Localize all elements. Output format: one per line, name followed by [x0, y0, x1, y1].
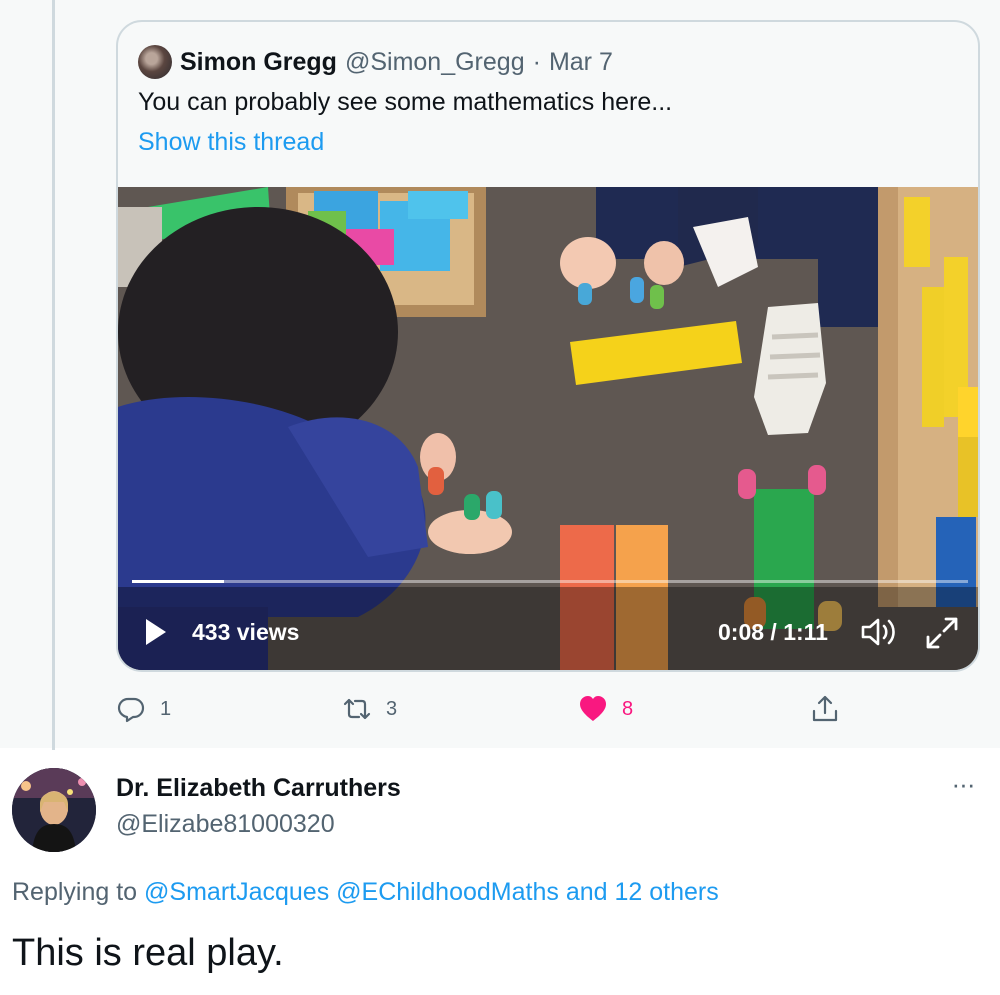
reply-count: 1: [160, 697, 172, 720]
quoted-author-name[interactable]: Simon Gregg: [180, 48, 337, 77]
video-progress-fill: [132, 580, 224, 583]
like-count: 8: [622, 697, 634, 720]
quoted-tweet-date[interactable]: Mar 7: [549, 48, 613, 77]
replying-to-prefix: Replying to: [12, 878, 138, 906]
thread-connector-line: [52, 0, 55, 750]
fullscreen-icon[interactable]: [924, 615, 960, 651]
show-thread-link[interactable]: Show this thread: [138, 128, 324, 157]
video-progress-bar[interactable]: [132, 580, 968, 583]
heart-icon: [580, 696, 606, 721]
share-button[interactable]: [810, 694, 854, 724]
tweet-action-bar: 1 3 8: [0, 694, 1000, 730]
quoted-tweet-header: Simon Gregg @Simon_Gregg · Mar 7: [138, 44, 613, 80]
quoted-tweet-card[interactable]: Simon Gregg @Simon_Gregg · Mar 7 You can…: [116, 20, 980, 672]
video-player[interactable]: 433 views 0:08 / 1:11: [118, 187, 978, 670]
reply-tweet[interactable]: Dr. Elizabeth Carruthers @Elizabe8100032…: [0, 750, 1000, 995]
reply-author-avatar[interactable]: [12, 768, 96, 852]
play-icon[interactable]: [144, 617, 168, 647]
like-button[interactable]: 8: [578, 694, 633, 724]
mention-others-link[interactable]: and 12 others: [566, 878, 719, 906]
video-timestamp: 0:08 / 1:11: [718, 619, 828, 645]
retweet-icon: [343, 698, 371, 720]
video-view-count: 433 views: [192, 619, 300, 645]
share-icon: [812, 695, 838, 722]
retweet-button[interactable]: 3: [342, 694, 397, 724]
video-frame-image: [118, 187, 978, 670]
avatar-photo: [12, 768, 96, 852]
mention-link-echildhoodmaths[interactable]: @EChildhoodMaths: [336, 878, 559, 906]
quoted-author-avatar[interactable]: [138, 45, 172, 79]
replying-to-line: Replying to @SmartJacques @EChildhoodMat…: [12, 878, 719, 907]
quoted-author-handle[interactable]: @Simon_Gregg: [345, 48, 525, 77]
reply-tweet-text: This is real play.: [12, 932, 284, 974]
volume-icon[interactable]: [860, 615, 898, 649]
retweet-count: 3: [386, 697, 398, 720]
mention-link-smartjacques[interactable]: @SmartJacques: [144, 878, 329, 906]
header-separator: ·: [532, 47, 541, 76]
reply-icon: [117, 697, 145, 723]
reply-button[interactable]: 1: [116, 694, 171, 724]
more-options-icon[interactable]: ···: [946, 771, 980, 800]
reply-author-name[interactable]: Dr. Elizabeth Carruthers: [116, 774, 401, 803]
quoted-tweet-text: You can probably see some mathematics he…: [138, 88, 673, 116]
reply-author-handle[interactable]: @Elizabe81000320: [116, 810, 335, 839]
